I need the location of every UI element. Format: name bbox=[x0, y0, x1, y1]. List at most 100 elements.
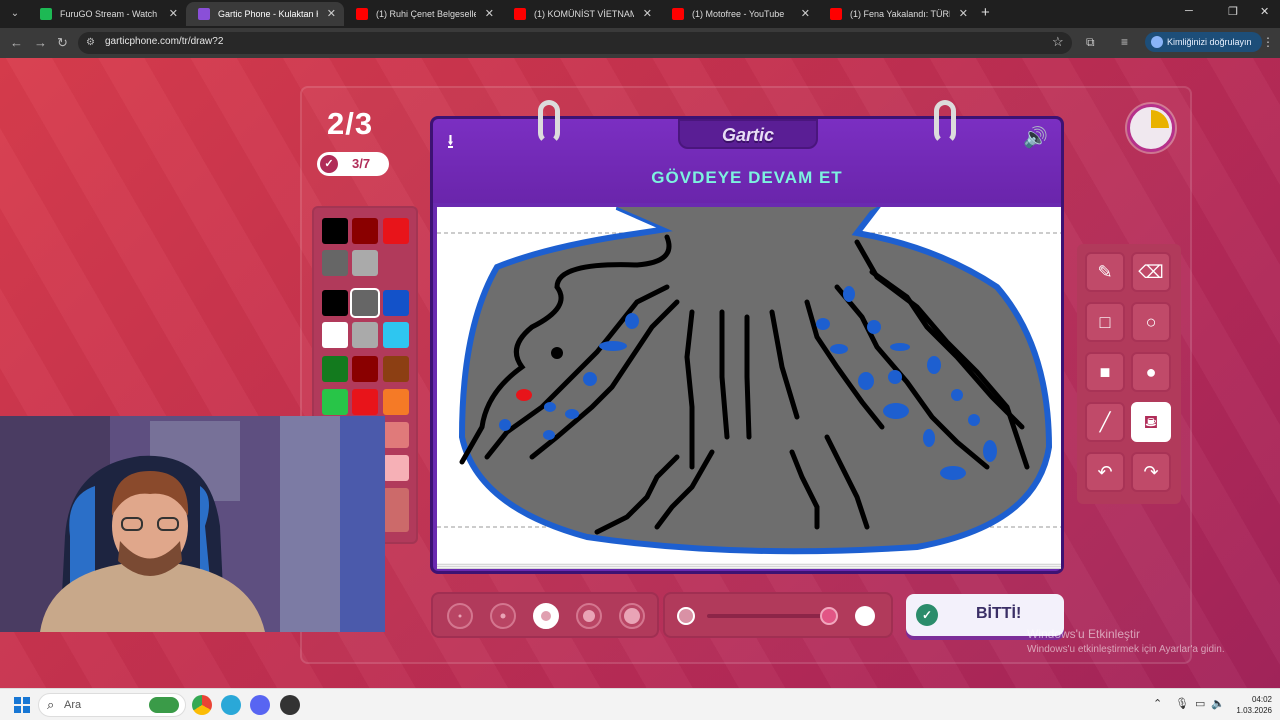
volume-icon[interactable]: 🔈 bbox=[1211, 697, 1225, 710]
clock-date: 1.03.2026 bbox=[1236, 706, 1272, 715]
close-icon[interactable]: ✕ bbox=[327, 2, 336, 26]
bucket-icon[interactable]: ⛾ bbox=[1131, 402, 1171, 442]
tab-youtube-ruhi[interactable]: (1) Ruhi Çenet Belgeselleri - Yo ✕ bbox=[344, 2, 502, 26]
new-tab-button[interactable]: + bbox=[981, 4, 990, 21]
drawing-card: ⭳ Gartic 🔊 GÖVDEYE DEVAM ET bbox=[430, 116, 1064, 574]
eraser-icon[interactable]: ⌫ bbox=[1131, 252, 1171, 292]
close-icon[interactable]: ✕ bbox=[959, 2, 968, 26]
color-swatch[interactable] bbox=[322, 250, 348, 276]
network-icon[interactable]: ▭ bbox=[1195, 697, 1205, 710]
menu-kebab-icon[interactable]: ⋮ bbox=[1262, 35, 1274, 49]
color-swatch[interactable] bbox=[322, 218, 348, 244]
tab-title: (1) Ruhi Çenet Belgeselleri - Yo bbox=[376, 9, 476, 19]
search-placeholder: Ara bbox=[64, 699, 82, 711]
close-icon[interactable]: ✕ bbox=[801, 2, 810, 26]
brush-size-2[interactable] bbox=[490, 603, 516, 629]
tab-youtube-fena[interactable]: (1) Fena Yakalandı: TÜRKİYE'DE ✕ bbox=[818, 2, 976, 26]
obs-app-icon[interactable] bbox=[280, 695, 300, 715]
microphone-icon[interactable]: 🎙 bbox=[1175, 697, 1189, 710]
color-swatch[interactable] bbox=[322, 356, 348, 382]
reading-list-icon[interactable]: ≡ bbox=[1121, 35, 1128, 49]
ellipse-fill-icon[interactable]: ● bbox=[1131, 352, 1171, 392]
tab-youtube-vietnam[interactable]: (1) KOMÜNİST VİETNAM'A GELİ ✕ bbox=[502, 2, 660, 26]
tab-title: Gartic Phone - Kulaktan Kulağa bbox=[218, 9, 318, 19]
taskbar-clock[interactable]: 04:02 1.03.2026 bbox=[1226, 694, 1272, 716]
taskbar-search-input[interactable]: ⌕ Ara bbox=[38, 693, 186, 717]
color-swatch[interactable] bbox=[352, 250, 378, 276]
sheet-edge bbox=[437, 563, 1061, 569]
pencil-icon[interactable]: ✎ bbox=[1085, 252, 1125, 292]
binder-ring-left bbox=[538, 100, 560, 144]
opacity-slider[interactable] bbox=[663, 592, 893, 638]
minimize-icon[interactable]: ─ bbox=[1185, 5, 1193, 17]
players-done-badge: ✓ 3/7 bbox=[317, 152, 389, 176]
color-swatch[interactable] bbox=[352, 356, 378, 382]
windows-taskbar: ⌕ Ara ⌃ 🎙 ▭ 🔈 04:02 1.03.2026 bbox=[0, 688, 1280, 720]
brush-size-3[interactable] bbox=[533, 603, 559, 629]
color-swatch[interactable] bbox=[383, 389, 409, 415]
round-counter: 2/3 bbox=[327, 106, 374, 141]
site-info-icon[interactable]: ⚙ bbox=[86, 37, 98, 49]
url-input[interactable]: ⚙ garticphone.com/tr/draw?2 bbox=[78, 32, 1072, 54]
extensions-icon[interactable]: ⧉ bbox=[1086, 35, 1095, 50]
card-header: ⭳ Gartic 🔊 GÖVDEYE DEVAM ET bbox=[433, 119, 1061, 203]
undo-icon[interactable]: ↶ bbox=[1085, 452, 1125, 492]
close-window-icon[interactable]: ✕ bbox=[1260, 5, 1269, 18]
color-swatch[interactable] bbox=[383, 322, 409, 348]
tray-chevron-icon[interactable]: ⌃ bbox=[1153, 697, 1162, 710]
drawing-svg bbox=[437, 207, 1061, 555]
drawing-prompt: GÖVDEYE DEVAM ET bbox=[651, 168, 843, 187]
color-swatch[interactable] bbox=[383, 455, 409, 481]
brush-size-1[interactable] bbox=[447, 603, 473, 629]
redo-icon[interactable]: ↷ bbox=[1131, 452, 1171, 492]
color-swatch[interactable] bbox=[383, 218, 409, 244]
color-swatch[interactable] bbox=[383, 290, 409, 316]
drawing-canvas[interactable] bbox=[437, 207, 1061, 563]
opacity-track[interactable] bbox=[707, 614, 835, 618]
tool-panel: ✎ ⌫ □ ○ ■ ● ╱ ⛾ ↶ ↷ bbox=[1077, 244, 1181, 504]
ellipse-outline-icon[interactable]: ○ bbox=[1131, 302, 1171, 342]
tab-gartic[interactable]: Gartic Phone - Kulaktan Kulağa ✕ bbox=[186, 2, 344, 26]
back-icon[interactable]: ← bbox=[10, 35, 23, 50]
profile-verify-button[interactable]: Kimliğinizi doğrulayın bbox=[1145, 32, 1262, 52]
windows-activation-notice: Windows'u Etkinleştir Windows'u etkinleş… bbox=[1027, 626, 1225, 658]
color-swatch[interactable] bbox=[322, 322, 348, 348]
forward-icon[interactable]: → bbox=[34, 35, 47, 50]
color-swatch[interactable] bbox=[350, 288, 380, 318]
windows-start-icon[interactable] bbox=[14, 697, 30, 713]
restore-icon[interactable]: ❐ bbox=[1228, 5, 1238, 18]
color-swatch[interactable] bbox=[352, 389, 378, 415]
color-swatch[interactable] bbox=[322, 389, 348, 415]
color-swatch[interactable] bbox=[352, 322, 378, 348]
close-icon[interactable]: ✕ bbox=[643, 2, 652, 26]
color-swatch[interactable] bbox=[352, 218, 378, 244]
youtube-favicon-icon bbox=[830, 8, 842, 20]
rectangle-outline-icon[interactable]: □ bbox=[1085, 302, 1125, 342]
opacity-handle[interactable] bbox=[819, 607, 838, 625]
furugo-favicon-icon bbox=[40, 8, 52, 20]
color-swatch[interactable] bbox=[383, 356, 409, 382]
close-icon[interactable]: ✕ bbox=[169, 2, 178, 26]
tab-furugo[interactable]: FuruGO Stream - Watch Live on ✕ bbox=[28, 2, 186, 26]
bookmark-star-icon[interactable]: ☆ bbox=[1052, 34, 1064, 50]
tab-search-button[interactable]: ⌄ bbox=[6, 5, 24, 23]
gartic-logo: Gartic bbox=[721, 125, 775, 145]
tab-youtube-motofree[interactable]: (1) Motofree - YouTube ✕ bbox=[660, 2, 818, 26]
rectangle-fill-icon[interactable]: ■ bbox=[1085, 352, 1125, 392]
close-icon[interactable]: ✕ bbox=[485, 2, 494, 26]
line-icon[interactable]: ╱ bbox=[1085, 402, 1125, 442]
color-swatch[interactable] bbox=[322, 290, 348, 316]
color-swatch[interactable] bbox=[383, 488, 409, 532]
discord-app-icon[interactable] bbox=[250, 695, 270, 715]
done-label: BİTTİ! bbox=[976, 605, 1022, 622]
color-swatch[interactable] bbox=[383, 422, 409, 448]
sound-icon[interactable]: 🔊 bbox=[1023, 125, 1048, 150]
brush-size-4[interactable] bbox=[576, 603, 602, 629]
chrome-app-icon[interactable] bbox=[192, 695, 212, 715]
youtube-favicon-icon bbox=[356, 8, 368, 20]
reload-icon[interactable]: ↻ bbox=[57, 35, 68, 51]
brush-size-5[interactable] bbox=[619, 603, 645, 629]
youtube-favicon-icon bbox=[514, 8, 526, 20]
settings-app-icon[interactable] bbox=[221, 695, 241, 715]
download-icon[interactable]: ⭳ bbox=[447, 127, 454, 161]
